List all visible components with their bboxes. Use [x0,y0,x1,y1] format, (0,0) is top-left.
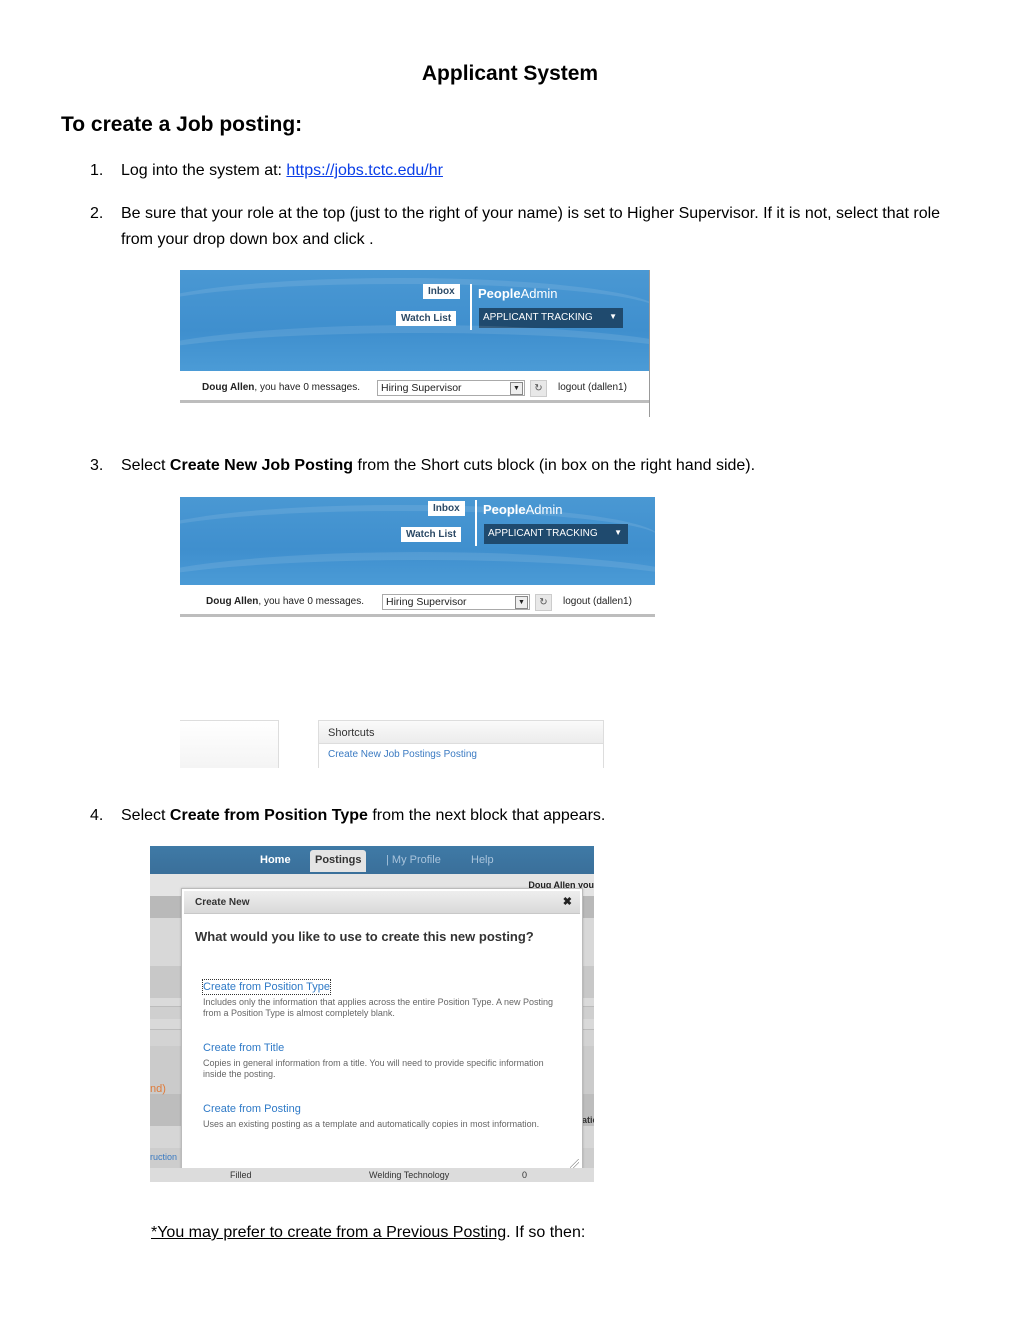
header-screenshot-2: Inbox Watch List PeopleAdmin APPLICANT T… [180,497,655,618]
peopleadmin-logo: PeopleAdmin [483,502,563,517]
step-number: 2. [90,205,104,222]
refresh-icon[interactable]: ↻ [535,594,552,611]
shortcuts-block: Shortcuts Create New Job Postings Postin… [318,720,604,768]
cell-status: Filled [230,1170,252,1180]
watch-list-button[interactable]: Watch List [401,527,462,542]
close-icon[interactable]: ✖ [563,895,572,908]
step-emphasis: Create from Position Type [169,807,368,824]
messages-text: , you have 0 messages. [254,382,361,393]
option-posting: Create from Posting Uses an existing pos… [203,1099,563,1130]
modal-header: Create New ✖ [184,891,580,914]
nav-tab-postings[interactable]: Postings [310,850,367,872]
nav-tab-help[interactable]: Help [471,854,494,866]
dropdown-arrow-icon: ▼ [515,596,528,609]
dropdown-arrow-icon: ▼ [609,312,617,321]
step-emphasis: Create New Job Posting [169,457,354,474]
create-from-title-link[interactable]: Create from Title [203,1041,284,1055]
logout-link[interactable]: logout (dallen1) [558,382,627,393]
create-from-position-type-link[interactable]: Create from Position Type [202,979,331,995]
screenshot-border [649,270,650,417]
document-page: Applicant System To create a Job posting… [0,0,1020,1320]
note-text: *You may prefer to create from a Previou… [151,1224,586,1241]
step-3: 3. Select Create New Job Posting from th… [90,453,970,479]
step-1: 1. Log into the system at: https://jobs.… [90,158,970,184]
nav-tab-my-profile[interactable]: | My Profile [386,854,441,866]
header-banner: Inbox Watch List PeopleAdmin APPLICANT T… [180,497,655,585]
create-new-job-posting-link[interactable]: Create New Job Postings Posting [319,744,603,766]
modal-question: What would you like to use to create thi… [195,929,534,944]
option-description: Uses an existing posting as a template a… [203,1119,540,1129]
create-new-screenshot: Home Postings | My Profile Help Doug All… [150,846,594,1182]
peopleadmin-logo: PeopleAdmin [478,286,558,301]
option-position-type: Create from Position Type Includes only … [202,977,563,1019]
user-name: Doug Allen [206,596,259,607]
cell-count: 0 [522,1170,528,1180]
header-banner: Inbox Watch List PeopleAdmin APPLICANT T… [180,270,650,371]
role-select[interactable]: Hiring Supervisor ▼ [382,594,530,610]
inbox-button[interactable]: Inbox [423,284,460,299]
refresh-icon[interactable]: ↻ [530,380,547,397]
create-from-posting-link[interactable]: Create from Posting [203,1102,301,1116]
section-heading: To create a Job posting: [61,113,303,136]
resize-handle-icon[interactable] [570,1159,579,1168]
watch-list-button[interactable]: Watch List [396,311,457,326]
divider [470,284,472,330]
module-select[interactable]: APPLICANT TRACKING ▼ [479,308,623,328]
header-screenshot-1: Inbox Watch List PeopleAdmin APPLICANT T… [180,270,650,404]
option-description: Copies in general information from a tit… [203,1058,544,1079]
option-description: Includes only the information that appli… [203,997,554,1018]
dropdown-arrow-icon: ▼ [614,528,622,537]
role-select[interactable]: Hiring Supervisor ▼ [377,380,525,396]
document-title: Applicant System [421,62,599,85]
divider [180,400,650,403]
table-row: Filled Welding Technology 0 [150,1168,594,1182]
inbox-button[interactable]: Inbox [428,501,465,516]
user-name: Doug Allen [202,382,255,393]
step-number: 3. [90,457,104,474]
option-title: Create from Title Copies in general info… [203,1038,563,1080]
logout-link[interactable]: logout (dallen1) [563,596,632,607]
left-panel-fragment [180,720,279,768]
module-select[interactable]: APPLICANT TRACKING ▼ [484,524,628,544]
background-link-fragment[interactable]: ruction [150,1152,177,1162]
create-new-modal: Create New ✖ What would you like to use … [181,888,583,1172]
dropdown-arrow-icon: ▼ [510,382,523,395]
note-underlined: *You may prefer to create from a Previou… [151,1224,507,1241]
background-text-fragment: nd) [150,1083,166,1095]
messages-text: , you have 0 messages. [258,596,365,607]
background-text-fragment: atic [582,1115,594,1125]
nav-tab-home[interactable]: Home [260,854,291,866]
step-4: 4. Select Create from Position Type from… [90,803,970,829]
step-text: Be sure that your role at the top (just … [121,205,941,248]
step-text: Log into the system at: [121,162,287,179]
step-number: 4. [90,807,104,824]
divider [475,500,477,546]
divider [180,614,655,617]
step-2: 2. Be sure that your role at the top (ju… [90,201,970,253]
main-nav: Home Postings | My Profile Help [150,846,594,874]
step-number: 1. [90,162,104,179]
shortcuts-title: Shortcuts [319,721,603,744]
cell-department: Welding Technology [369,1170,450,1180]
login-url-link[interactable]: https://jobs.tctc.edu/hr [286,162,443,179]
modal-title: Create New [195,897,250,908]
